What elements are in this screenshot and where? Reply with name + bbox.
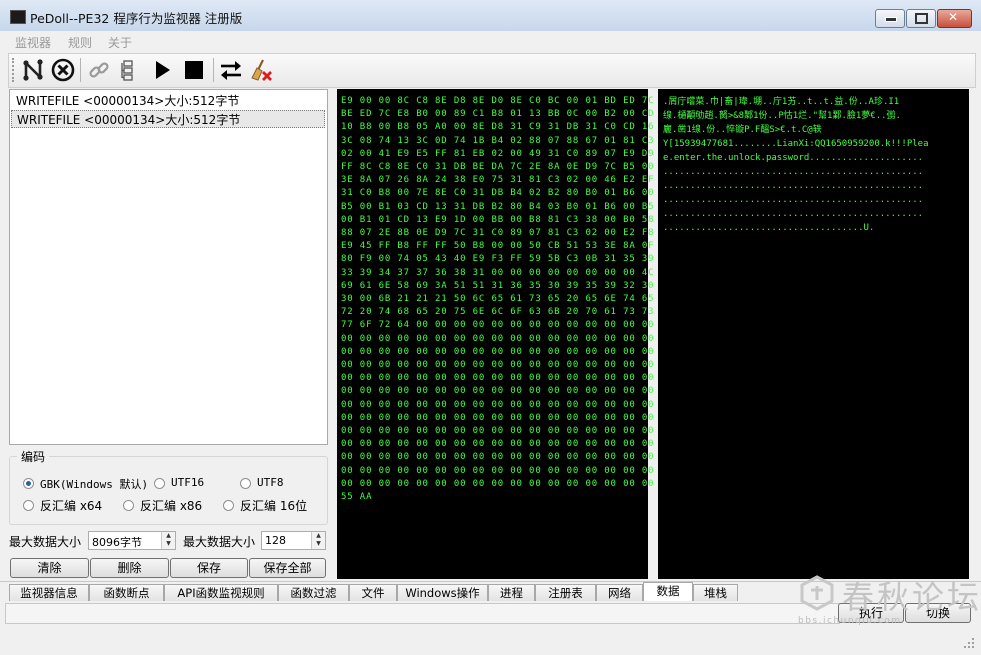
menu-rules[interactable]: 规则 bbox=[68, 34, 92, 51]
maximize-icon bbox=[915, 13, 928, 24]
delete-button[interactable]: 删除 bbox=[90, 558, 169, 578]
encoding-label: 编码 bbox=[17, 448, 50, 465]
tab-process[interactable]: 进程 bbox=[488, 584, 535, 601]
encoding-group: 编码 GBK(Windows 默认) UTF16 UTF8 反汇编 x64 反汇… bbox=[9, 448, 328, 525]
log-item[interactable]: WRITEFILE <00000134>大小:512字节 bbox=[11, 92, 325, 110]
radio-gbk[interactable] bbox=[23, 478, 34, 489]
toolbar bbox=[8, 53, 976, 88]
watermark-logo-icon bbox=[800, 575, 834, 611]
clear-broom-icon[interactable] bbox=[249, 58, 273, 82]
grip-icon[interactable] bbox=[12, 58, 17, 82]
title-bar[interactable]: PeDoll--PE32 程序行为监视器 注册版 ✕ bbox=[0, 0, 981, 32]
radio-disasm-x64[interactable] bbox=[23, 500, 34, 511]
menu-bar: 监视器 规则 关于 bbox=[0, 31, 981, 51]
radio-disasm-x64-label: 反汇编 x64 bbox=[40, 499, 103, 513]
network-n-icon[interactable] bbox=[21, 58, 45, 82]
save-button[interactable]: 保存 bbox=[170, 558, 248, 578]
resize-grip-icon[interactable] bbox=[962, 636, 976, 650]
maximize-button[interactable] bbox=[906, 9, 936, 28]
stepper-arrows-icon[interactable]: ▲ ▼ bbox=[161, 532, 175, 549]
tab-api-rules[interactable]: API函数监视规则 bbox=[164, 584, 278, 601]
max-data-stepper-2[interactable]: 128 ▲ ▼ bbox=[261, 531, 326, 550]
swap-arrows-icon[interactable] bbox=[219, 58, 243, 82]
api-log-list[interactable]: WRITEFILE <00000134>大小:512字节 WRITEFILE <… bbox=[9, 89, 328, 445]
tab-stack[interactable]: 堆栈 bbox=[693, 584, 738, 601]
watermark-text: 春秋论坛 bbox=[842, 578, 981, 616]
close-icon: ✕ bbox=[948, 10, 959, 24]
radio-disasm-16-label: 反汇编 16位 bbox=[240, 499, 308, 513]
link-icon[interactable] bbox=[87, 58, 111, 82]
minimize-button[interactable] bbox=[875, 9, 905, 28]
stepper-arrows-icon[interactable]: ▲ ▼ bbox=[311, 532, 325, 549]
radio-disasm-16[interactable] bbox=[223, 500, 234, 511]
max-data-value-2: 128 bbox=[265, 534, 286, 547]
tab-monitor-info[interactable]: 监视器信息 bbox=[9, 584, 89, 601]
toolbar-separator bbox=[213, 58, 214, 82]
clear-button[interactable]: 清除 bbox=[10, 558, 89, 578]
stop-circle-icon[interactable] bbox=[51, 58, 75, 82]
tree-icon[interactable] bbox=[118, 58, 142, 82]
radio-disasm-x86[interactable] bbox=[123, 500, 134, 511]
text-dump-pane[interactable]: .屑庁嚐菜.巾|畜|瑋.堋..庁1艻..t..t.益.份..A珍.I1 缐.樋顢… bbox=[658, 89, 969, 579]
radio-utf16-label: UTF16 bbox=[171, 476, 205, 489]
radio-utf8-label: UTF8 bbox=[257, 476, 284, 489]
hex-dump-pane[interactable]: E9 00 00 8C C8 8E D8 8E D0 8E C0 BC 00 0… bbox=[337, 89, 655, 579]
text-dump-text: .屑庁嚐菜.巾|畜|瑋.堋..庁1艻..t..t.益.份..A珍.I1 缐.樋顢… bbox=[663, 97, 929, 233]
tab-registry[interactable]: 注册表 bbox=[535, 584, 596, 601]
watermark: 春秋论坛 bbs.ichunqiu.com bbox=[798, 572, 979, 628]
main-window: PeDoll--PE32 程序行为监视器 注册版 ✕ 监视器 规则 关于 WRI… bbox=[0, 0, 981, 655]
play-icon[interactable] bbox=[150, 58, 174, 82]
radio-disasm-x86-label: 反汇编 x86 bbox=[140, 499, 203, 513]
log-item-selected[interactable]: WRITEFILE <00000134>大小:512字节 bbox=[11, 110, 325, 128]
tab-function-breakpoint[interactable]: 函数断点 bbox=[89, 584, 164, 601]
close-button[interactable]: ✕ bbox=[937, 9, 972, 28]
command-input[interactable] bbox=[5, 603, 840, 624]
radio-utf16[interactable] bbox=[154, 478, 165, 489]
app-icon bbox=[10, 10, 26, 24]
watermark-url: bbs.ichunqiu.com bbox=[798, 616, 902, 626]
max-data-label-2: 最大数据大小 bbox=[183, 535, 256, 549]
radio-utf8[interactable] bbox=[240, 478, 251, 489]
menu-monitor[interactable]: 监视器 bbox=[15, 34, 51, 51]
radio-gbk-label: GBK(Windows 默认) bbox=[40, 478, 149, 491]
max-data-stepper[interactable]: 8096字节 ▲ ▼ bbox=[88, 531, 176, 550]
save-all-button[interactable]: 保存全部 bbox=[249, 558, 326, 578]
max-data-value: 8096字节 bbox=[92, 536, 142, 549]
tab-file[interactable]: 文件 bbox=[349, 584, 397, 601]
max-data-label: 最大数据大小 bbox=[9, 535, 82, 549]
menu-about[interactable]: 关于 bbox=[108, 34, 132, 51]
tab-function-filter[interactable]: 函数过滤 bbox=[278, 584, 349, 601]
tab-windows-ops[interactable]: Windows操作 bbox=[397, 584, 488, 601]
stop-icon[interactable] bbox=[182, 58, 206, 82]
toolbar-separator bbox=[80, 58, 81, 82]
minimize-icon bbox=[885, 17, 897, 22]
window-title: PeDoll--PE32 程序行为监视器 注册版 bbox=[30, 11, 243, 26]
tab-network[interactable]: 网络 bbox=[596, 584, 643, 601]
tab-data[interactable]: 数据 bbox=[643, 582, 693, 602]
hex-dump-text: E9 00 00 8C C8 8E D8 8E D0 8E C0 BC 00 0… bbox=[341, 96, 655, 503]
